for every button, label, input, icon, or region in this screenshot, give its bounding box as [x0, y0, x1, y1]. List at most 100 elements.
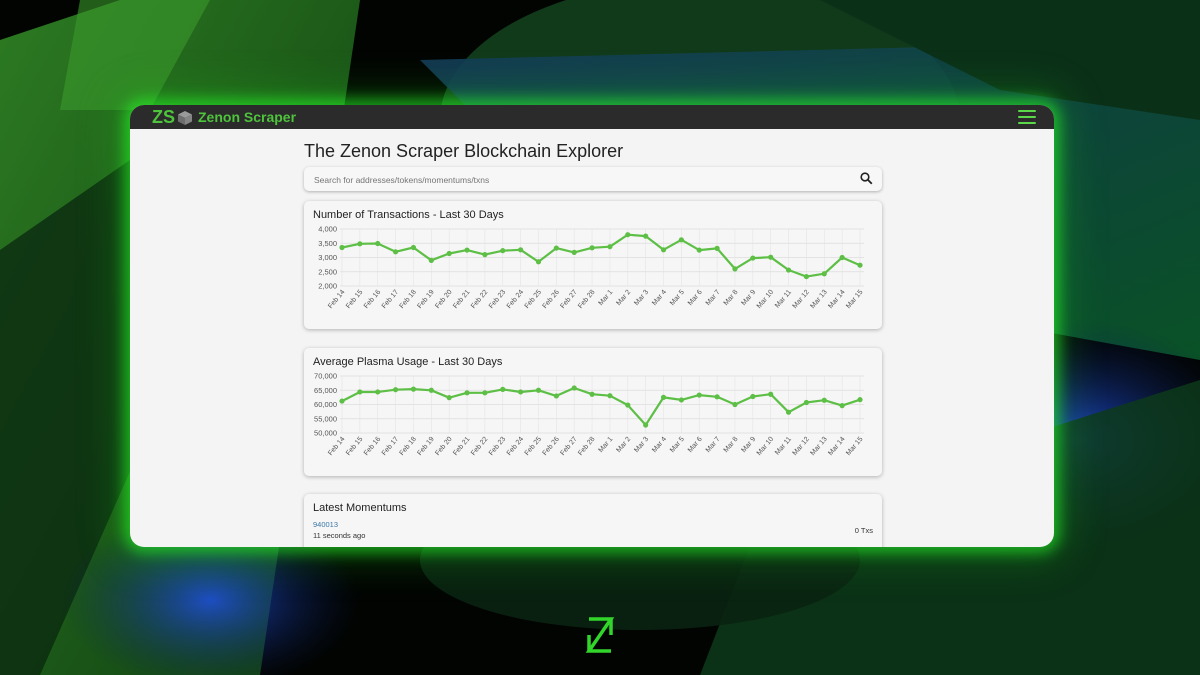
x-tick-label: Feb 18	[399, 289, 418, 310]
x-tick-label: Mar 15	[845, 289, 864, 310]
x-tick-label: Feb 23	[488, 436, 507, 457]
data-point	[464, 390, 470, 396]
browser-window: ZS Zenon Scraper The Zenon Scraper Block…	[130, 105, 1054, 547]
data-point	[518, 247, 524, 253]
transactions-line-chart: 4,0003,5003,0002,5002,000Feb 14Feb 15Feb…	[318, 225, 864, 310]
x-tick-label: Mar 6	[687, 289, 704, 307]
data-point	[625, 232, 631, 238]
data-point	[857, 397, 863, 403]
x-tick-label: Mar 10	[756, 289, 775, 310]
x-tick-label: Mar 6	[687, 436, 704, 454]
x-tick-label: Mar 13	[809, 436, 828, 457]
x-tick-label: Mar 14	[827, 436, 846, 457]
data-point	[643, 422, 649, 428]
x-tick-label: Feb 15	[345, 289, 364, 310]
x-tick-label: Mar 10	[756, 436, 775, 457]
chart-title: Number of Transactions - Last 30 Days	[313, 209, 504, 221]
data-point	[625, 402, 631, 408]
x-tick-label: Feb 16	[363, 289, 382, 310]
y-tick-label: 60,000	[314, 400, 337, 409]
chart-title: Average Plasma Usage - Last 30 Days	[313, 356, 503, 368]
logo-text[interactable]: ZS	[152, 107, 175, 127]
data-point	[339, 244, 345, 251]
data-point	[696, 247, 702, 253]
y-tick-label: 3,500	[318, 239, 337, 248]
data-point	[392, 249, 399, 255]
data-point	[821, 397, 827, 403]
data-point	[803, 273, 810, 280]
x-tick-label: Mar 11	[774, 289, 793, 310]
data-point	[375, 389, 381, 395]
data-point	[410, 386, 417, 392]
data-point	[571, 385, 577, 391]
y-tick-label: 65,000	[314, 386, 337, 395]
hamburger-menu-icon[interactable]	[1018, 110, 1036, 124]
y-tick-label: 55,000	[314, 414, 337, 423]
data-point	[660, 247, 667, 253]
data-point	[660, 394, 667, 400]
y-tick-label: 2,500	[318, 267, 337, 276]
page-title: The Zenon Scraper Blockchain Explorer	[304, 141, 624, 161]
data-point	[357, 241, 363, 247]
app-title[interactable]: Zenon Scraper	[198, 109, 296, 125]
x-tick-label: Feb 28	[577, 289, 596, 310]
data-point	[535, 387, 542, 393]
x-tick-label: Mar 11	[774, 436, 793, 457]
x-tick-label: Feb 23	[488, 289, 507, 310]
data-point	[589, 391, 595, 397]
data-point	[839, 254, 845, 261]
x-tick-label: Mar 7	[705, 436, 722, 454]
search-icon[interactable]	[860, 172, 873, 185]
y-tick-label: 70,000	[314, 372, 337, 381]
x-tick-label: Feb 14	[327, 436, 346, 457]
data-point	[500, 248, 506, 254]
x-tick-label: Feb 15	[345, 436, 364, 457]
x-tick-label: Feb 27	[559, 436, 578, 457]
search-input[interactable]	[312, 170, 846, 190]
data-point	[732, 266, 738, 272]
x-tick-label: Feb 26	[542, 436, 561, 457]
data-point	[768, 254, 774, 260]
data-point	[839, 403, 845, 409]
x-tick-label: Feb 18	[399, 436, 418, 457]
data-point	[464, 247, 470, 253]
x-tick-label: Feb 22	[470, 289, 489, 310]
data-point	[410, 244, 417, 251]
x-tick-label: Mar 2	[615, 289, 632, 307]
zenon-z-logo	[585, 617, 615, 653]
data-point	[821, 271, 827, 277]
x-tick-label: Feb 16	[363, 436, 382, 457]
transactions-chart-card: Number of Transactions - Last 30 Days 4,…	[304, 201, 882, 329]
momentum-tx-count: 0 Txs	[854, 526, 873, 535]
latest-momentums-card: Latest Momentums 940013 11 seconds ago 0…	[304, 494, 882, 547]
x-tick-label: Mar 13	[809, 289, 828, 310]
x-tick-label: Feb 19	[416, 436, 435, 457]
data-point	[607, 393, 613, 399]
momentum-height-link[interactable]: 940013	[313, 520, 338, 529]
x-tick-label: Feb 28	[577, 436, 596, 457]
x-tick-label: Mar 7	[705, 289, 722, 307]
data-point	[571, 249, 577, 255]
data-point	[446, 250, 452, 257]
x-tick-label: Mar 8	[723, 289, 740, 307]
data-point	[803, 399, 810, 406]
y-tick-label: 50,000	[314, 429, 337, 438]
x-tick-label: Feb 26	[542, 289, 561, 310]
y-tick-label: 3,000	[318, 253, 337, 262]
x-tick-label: Feb 20	[434, 289, 453, 310]
data-point	[785, 267, 792, 273]
data-point	[357, 389, 363, 395]
data-point	[589, 245, 595, 251]
x-tick-label: Mar 3	[633, 436, 650, 454]
data-point	[643, 233, 649, 239]
x-tick-label: Feb 27	[559, 289, 578, 310]
plasma-chart-card: Average Plasma Usage - Last 30 Days 70,0…	[304, 348, 882, 476]
x-tick-label: Feb 21	[452, 289, 471, 310]
x-tick-label: Mar 4	[651, 436, 668, 454]
x-tick-label: Feb 25	[524, 436, 543, 457]
data-point	[553, 393, 559, 399]
data-point	[446, 395, 452, 401]
x-tick-label: Mar 1	[598, 289, 615, 307]
x-tick-label: Feb 22	[470, 436, 489, 457]
data-point	[518, 389, 524, 395]
